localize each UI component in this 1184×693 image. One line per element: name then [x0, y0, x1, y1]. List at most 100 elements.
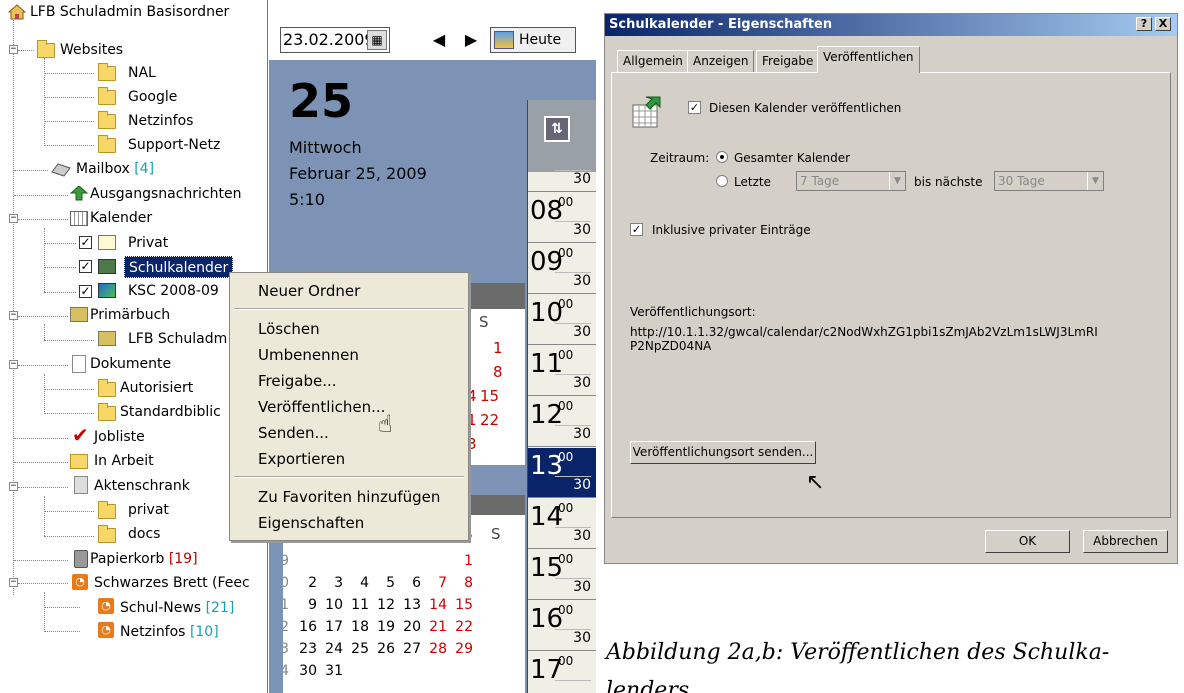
day-cell[interactable]: 26: [375, 639, 395, 659]
collapse-icon[interactable]: −: [9, 360, 18, 369]
day-cell[interactable]: 20: [401, 617, 421, 637]
tab-veroeffentlichen[interactable]: Veröffentlichen: [817, 46, 920, 73]
tree-item-schul-news[interactable]: Schul-News [21]: [120, 597, 234, 619]
day-cell[interactable]: 2: [297, 573, 317, 593]
tree-item-netzinfos-feed[interactable]: Netzinfos [10]: [120, 621, 219, 643]
day-cell[interactable]: 22: [453, 617, 473, 637]
collapse-icon[interactable]: −: [9, 482, 18, 491]
tab-allgemein[interactable]: Allgemein: [617, 50, 689, 72]
send-location-button[interactable]: Veröffentlichungsort senden...: [630, 441, 816, 464]
tree-item-nal[interactable]: NAL: [128, 62, 156, 84]
tree-item-lfb-schuladm[interactable]: LFB Schuladm: [128, 328, 227, 350]
tree-item-in-arbeit[interactable]: In Arbeit: [94, 450, 154, 472]
tree-item-schwarzes-brett[interactable]: Schwarzes Brett (Feec: [94, 572, 250, 594]
day-cell[interactable]: 29: [453, 639, 473, 659]
hour-slot[interactable]: 09 00 30: [528, 244, 596, 294]
day-cell[interactable]: 8: [453, 573, 473, 593]
day-cell[interactable]: 22: [480, 411, 499, 429]
hour-slot[interactable]: 17 00: [528, 652, 596, 693]
day-cell[interactable]: 10: [323, 595, 343, 615]
day-cell[interactable]: 7: [427, 573, 447, 593]
tree-item-websites[interactable]: Websites: [60, 39, 123, 61]
day-cell[interactable]: 15: [480, 387, 499, 405]
radio-letzte[interactable]: [716, 175, 728, 187]
day-cell[interactable]: 21: [427, 617, 447, 637]
menu-item-freigabe[interactable]: Freigabe...: [258, 371, 337, 391]
hour-slot[interactable]: 15 00 30: [528, 550, 596, 600]
tree-item-netzinfos[interactable]: Netzinfos: [128, 110, 193, 132]
tree-item-ksc[interactable]: KSC 2008-09: [128, 280, 219, 302]
day-cell[interactable]: 3: [323, 573, 343, 593]
collapse-icon[interactable]: −: [9, 311, 18, 320]
hour-slot[interactable]: 14 00 30: [528, 499, 596, 549]
menu-item-eigenschaften[interactable]: Eigenschaften: [258, 513, 364, 533]
hour-slot[interactable]: 08 00 30: [528, 193, 596, 243]
hour-slot[interactable]: 16 00 30: [528, 601, 596, 651]
tree-item-aktenschrank[interactable]: Aktenschrank: [94, 475, 190, 497]
letzte-select[interactable]: 7 Tage ▼: [796, 171, 906, 191]
tree-item-papierkorb[interactable]: Papierkorb [19]: [90, 548, 198, 570]
day-cell[interactable]: 23: [297, 639, 317, 659]
menu-item-umbenennen[interactable]: Umbenennen: [258, 345, 359, 365]
collapse-icon[interactable]: −: [9, 45, 18, 54]
radio-gesamter-kalender[interactable]: [716, 151, 728, 163]
menu-item-exportieren[interactable]: Exportieren: [258, 449, 345, 469]
menu-item-loeschen[interactable]: Löschen: [258, 319, 320, 339]
help-button[interactable]: ?: [1136, 17, 1152, 31]
day-cell[interactable]: 11: [349, 595, 369, 615]
sort-toggle-icon[interactable]: ⇅: [544, 116, 570, 142]
tree-item-google[interactable]: Google: [128, 86, 177, 108]
collapse-icon[interactable]: −: [9, 578, 18, 587]
checkbox-privat[interactable]: ✓: [79, 236, 92, 249]
tree-item-kalender[interactable]: Kalender: [90, 207, 152, 229]
day-cell[interactable]: 18: [349, 617, 369, 637]
day-cell[interactable]: 6: [401, 573, 421, 593]
next-arrow-icon[interactable]: ▶: [461, 27, 481, 53]
day-cell[interactable]: 14: [427, 595, 447, 615]
day-cell[interactable]: 27: [401, 639, 421, 659]
hour-slot[interactable]: 30: [528, 142, 596, 192]
tree-item-schulkalender[interactable]: Schulkalender: [124, 256, 234, 278]
today-button[interactable]: Heute: [490, 27, 576, 53]
day-cell[interactable]: 12: [375, 595, 395, 615]
date-field[interactable]: 23.02.2009 ▦: [280, 27, 390, 53]
ok-button[interactable]: OK: [985, 530, 1070, 553]
day-cell[interactable]: 16: [297, 617, 317, 637]
day-cell[interactable]: 19: [375, 617, 395, 637]
day-cell[interactable]: 25: [349, 639, 369, 659]
private-checkbox[interactable]: ✓: [630, 223, 643, 236]
hour-slot[interactable]: 10 00 30: [528, 295, 596, 345]
cancel-button[interactable]: Abbrechen: [1083, 530, 1168, 553]
calendar-picker-icon[interactable]: ▦: [367, 30, 387, 50]
day-cell[interactable]: 1: [493, 339, 503, 357]
hour-slot[interactable]: 11 00 30: [528, 346, 596, 396]
tree-item-standardbibliothek[interactable]: Standardbiblic: [120, 401, 221, 423]
tab-freigabe[interactable]: Freigabe: [756, 50, 820, 72]
prev-arrow-icon[interactable]: ◀: [429, 27, 449, 53]
publish-checkbox[interactable]: ✓: [688, 101, 701, 114]
close-button[interactable]: X: [1155, 17, 1171, 31]
tree-item-support-netz[interactable]: Support-Netz: [128, 134, 220, 156]
naechste-select[interactable]: 30 Tage ▼: [994, 171, 1104, 191]
day-cell[interactable]: 30: [297, 661, 317, 681]
tree-item-docs[interactable]: docs: [128, 523, 160, 545]
tree-item-autorisiert[interactable]: Autorisiert: [120, 377, 193, 399]
tree-item-privat[interactable]: Privat: [128, 232, 168, 254]
day-cell[interactable]: 1: [453, 551, 473, 571]
day-cell[interactable]: 8: [493, 363, 503, 381]
tree-item-root[interactable]: LFB Schuladmin Basisordner: [30, 1, 229, 23]
tree-item-jobliste[interactable]: Jobliste: [94, 426, 145, 448]
tab-anzeigen[interactable]: Anzeigen: [687, 50, 755, 72]
tree-item-mailbox[interactable]: Mailbox [4]: [76, 158, 154, 180]
day-cell[interactable]: 5: [375, 573, 395, 593]
checkbox-ksc[interactable]: ✓: [79, 285, 92, 298]
menu-item-favoriten[interactable]: Zu Favoriten hinzufügen: [258, 487, 440, 507]
hour-slot[interactable]: 13 00 30: [528, 448, 596, 498]
tree-item-ausgangsnachrichten[interactable]: Ausgangsnachrichten: [90, 183, 241, 205]
day-cell[interactable]: 31: [323, 661, 343, 681]
collapse-icon[interactable]: −: [9, 214, 18, 223]
day-cell[interactable]: 17: [323, 617, 343, 637]
tree-item-privat-folder[interactable]: privat: [128, 499, 169, 521]
menu-item-veroeffentlichen[interactable]: Veröffentlichen...: [258, 397, 385, 417]
day-cell[interactable]: 13: [401, 595, 421, 615]
